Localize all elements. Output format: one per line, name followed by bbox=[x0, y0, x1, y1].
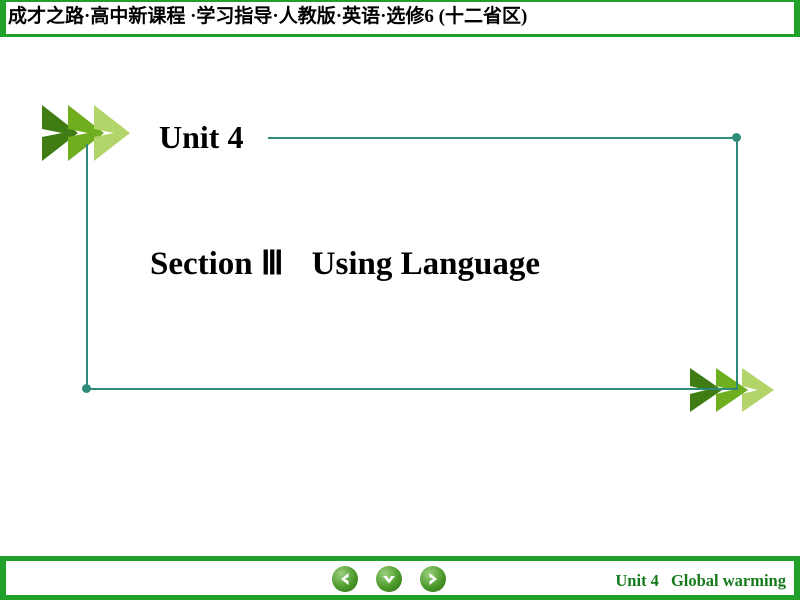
frame-dot-bottom-left bbox=[82, 384, 91, 393]
frame-dot-top-right bbox=[732, 133, 741, 142]
prev-arrow-icon[interactable] bbox=[332, 566, 358, 592]
frame-line-left bbox=[86, 144, 88, 390]
footer-unit-label: Unit 4 bbox=[615, 571, 659, 590]
section-name: Using Language bbox=[311, 246, 540, 282]
frame-line-right bbox=[736, 137, 738, 390]
section-number: Section Ⅲ bbox=[150, 246, 284, 282]
slide: 成才之路·高中新课程 ·学习指导·人教版·英语·选修6 (十二省区) Unit … bbox=[0, 0, 800, 600]
section-title: Section Ⅲ Using Language bbox=[150, 243, 540, 283]
top-banner: 成才之路·高中新课程 ·学习指导·人教版·英语·选修6 (十二省区) bbox=[0, 0, 800, 37]
footer-topic-label: Global warming bbox=[670, 571, 786, 590]
navigation-buttons bbox=[332, 564, 454, 594]
down-arrow-icon[interactable] bbox=[376, 566, 402, 592]
course-title: 成才之路·高中新课程 ·学习指导·人教版·英语·选修6 (十二省区) bbox=[8, 6, 528, 27]
frame-line-bottom bbox=[86, 388, 738, 390]
unit-title: Unit 4 bbox=[159, 119, 244, 155]
footer-label: Unit 4 Global warming bbox=[615, 571, 786, 591]
frame-line-top bbox=[268, 137, 738, 139]
next-arrow-icon[interactable] bbox=[420, 566, 446, 592]
